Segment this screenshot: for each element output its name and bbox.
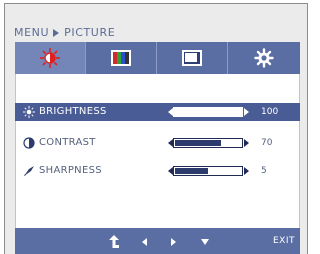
- setting-row-contrast[interactable]: CONTRAST 70: [15, 134, 300, 152]
- contrast-icon: [23, 137, 35, 149]
- breadcrumb-root: MENU: [14, 26, 50, 39]
- color-bars-icon: [111, 50, 131, 66]
- tab-display[interactable]: [157, 42, 228, 74]
- breadcrumb-section: PICTURE: [64, 26, 116, 39]
- level-fill: [175, 168, 208, 174]
- level-fill: [175, 109, 241, 115]
- button-guide-bar: EXIT: [15, 228, 300, 254]
- increase-arrow-icon[interactable]: [244, 139, 249, 147]
- tab-setup[interactable]: [228, 42, 299, 74]
- level-slider[interactable]: [173, 107, 243, 117]
- setting-value: 70: [261, 138, 273, 148]
- setting-value: 5: [261, 166, 267, 176]
- left-arrow-icon[interactable]: [137, 235, 151, 249]
- setting-label: CONTRAST: [39, 137, 96, 148]
- setting-label: BRIGHTNESS: [39, 106, 107, 117]
- menu-tabs: [15, 42, 300, 74]
- color-temperature-icon: [40, 48, 60, 68]
- increase-arrow-icon[interactable]: [244, 108, 249, 116]
- level-fill: [175, 140, 222, 146]
- setup-gear-icon: [253, 48, 274, 68]
- tab-picture[interactable]: [15, 42, 86, 74]
- down-arrow-icon[interactable]: [198, 235, 212, 249]
- breadcrumb: MENU PICTURE: [14, 26, 115, 40]
- right-arrow-icon[interactable]: [167, 235, 181, 249]
- display-screen-icon: [182, 50, 202, 66]
- level-slider[interactable]: [173, 138, 243, 148]
- return-icon[interactable]: [107, 235, 121, 249]
- level-slider[interactable]: [173, 166, 243, 176]
- sharpness-icon: [24, 166, 34, 176]
- setting-row-brightness[interactable]: BRIGHTNESS 100: [15, 103, 300, 121]
- setting-label: SHARPNESS: [39, 165, 102, 176]
- breadcrumb-separator-icon: [53, 28, 60, 37]
- setting-row-sharpness[interactable]: SHARPNESS 5: [15, 162, 300, 180]
- exit-button[interactable]: EXIT: [273, 228, 295, 254]
- tab-color[interactable]: [86, 42, 157, 74]
- increase-arrow-icon[interactable]: [244, 167, 249, 175]
- sun-icon: [23, 106, 35, 118]
- setting-value: 100: [261, 107, 279, 117]
